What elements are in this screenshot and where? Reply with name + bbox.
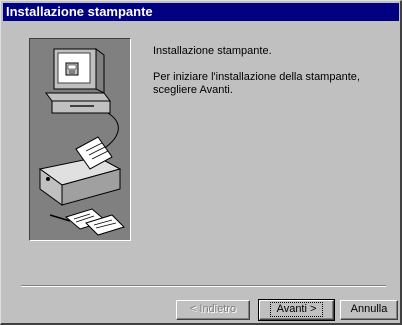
back-button-label: < Indietro — [189, 303, 237, 315]
printer-setup-dialog: Installazione stampante Installazione st… — [0, 0, 402, 325]
back-button[interactable]: < Indietro — [176, 300, 250, 320]
dialog-instruction: Per iniziare l'installazione della stamp… — [153, 71, 360, 96]
cancel-button-label: Annulla — [350, 303, 388, 315]
printer-wizard-illustration — [29, 38, 131, 241]
dialog-heading: Installazione stampante. — [153, 45, 272, 57]
button-separator — [21, 285, 386, 287]
computer-printer-icon — [38, 48, 125, 236]
cancel-button[interactable]: Annulla — [340, 300, 398, 320]
next-button[interactable]: Avanti > — [258, 299, 335, 321]
title-bar[interactable]: Installazione stampante — [3, 3, 399, 21]
next-button-label: Avanti > — [269, 302, 324, 317]
